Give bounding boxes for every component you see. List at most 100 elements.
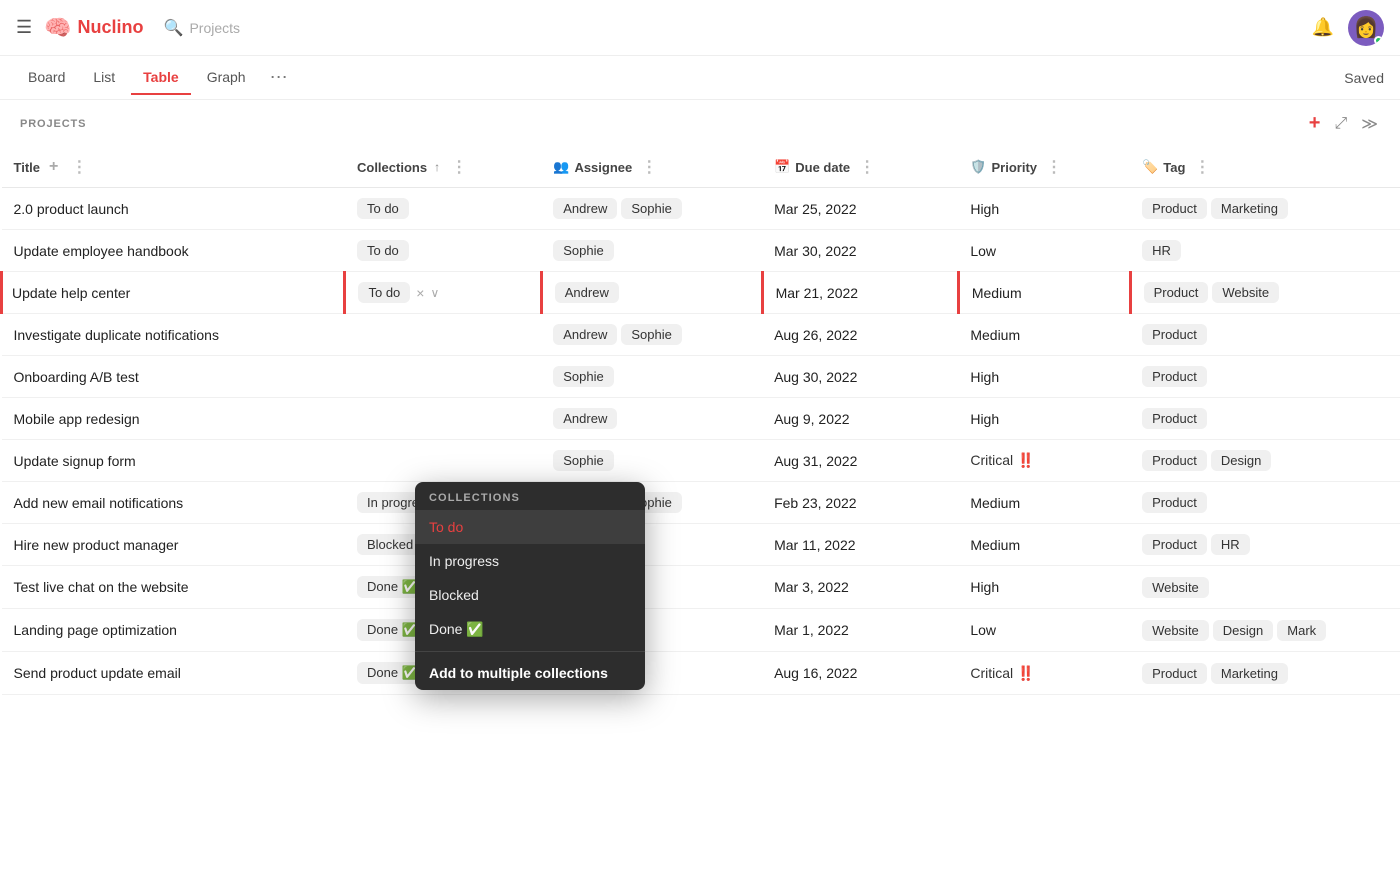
col-collections-sort[interactable]: ↑ — [432, 158, 442, 176]
assignee-chip[interactable]: Sophie — [553, 366, 613, 387]
cell-title[interactable]: Landing page optimization — [2, 609, 345, 652]
cell-tags: Website — [1130, 566, 1400, 609]
dropdown-item-todo[interactable]: To do — [415, 510, 645, 544]
table-row: Add new email notificationsIn progressAn… — [2, 482, 1400, 524]
cell-collection[interactable] — [345, 398, 541, 440]
cell-title[interactable]: Hire new product manager — [2, 524, 345, 566]
assignee-chip[interactable]: Andrew — [553, 408, 617, 429]
tab-more-icon[interactable]: ⋯ — [266, 63, 292, 92]
cell-priority: Low — [958, 609, 1130, 652]
tag-label[interactable]: Mark — [1277, 620, 1326, 641]
cell-collection[interactable] — [345, 440, 541, 482]
col-title-add[interactable]: + — [45, 156, 62, 178]
col-priority-menu[interactable]: ⋮ — [1042, 155, 1066, 179]
tab-list[interactable]: List — [81, 61, 127, 95]
tag-label[interactable]: Product — [1142, 534, 1207, 555]
table-body: 2.0 product launchTo doAndrewSophieMar 2… — [2, 188, 1400, 695]
assignee-chip[interactable]: Sophie — [553, 240, 613, 261]
cell-title[interactable]: Mobile app redesign — [2, 398, 345, 440]
tag-label[interactable]: HR — [1211, 534, 1250, 555]
cell-title[interactable]: Add new email notifications — [2, 482, 345, 524]
tab-board[interactable]: Board — [16, 61, 77, 95]
cell-title[interactable]: Onboarding A/B test — [2, 356, 345, 398]
cell-title[interactable]: Update signup form — [2, 440, 345, 482]
app-name: Nuclino — [78, 17, 144, 38]
cell-due-date: Aug 9, 2022 — [762, 398, 958, 440]
tab-table[interactable]: Table — [131, 61, 191, 95]
cell-priority: Medium — [958, 272, 1130, 314]
cell-title[interactable]: Update employee handbook — [2, 230, 345, 272]
dropdown-item-inprogress[interactable]: In progress — [415, 544, 645, 578]
projects-table: Title + ⋮ Collections ↑ ⋮ 👥 Assigne — [0, 147, 1400, 695]
tag-label[interactable]: Product — [1142, 324, 1207, 345]
tag-label[interactable]: Product — [1142, 450, 1207, 471]
tag-label[interactable]: Product — [1142, 366, 1207, 387]
dropdown-add-multiple[interactable]: Add to multiple collections — [415, 656, 645, 690]
avatar[interactable]: 👩 — [1348, 10, 1384, 46]
col-priority: 🛡️ Priority ⋮ — [958, 147, 1130, 188]
cell-tags: ProductWebsite — [1130, 272, 1400, 314]
tag-label[interactable]: Product — [1142, 492, 1207, 513]
tag-label[interactable]: Design — [1213, 620, 1273, 641]
add-icon[interactable]: + — [1307, 110, 1323, 137]
menu-icon[interactable]: ☰ — [16, 17, 32, 38]
cell-title[interactable]: Update help center — [2, 272, 345, 314]
dropdown-item-done[interactable]: Done ✅ — [415, 612, 645, 647]
tag-label[interactable]: Marketing — [1211, 198, 1288, 219]
tag-icon: 🏷️ — [1142, 159, 1158, 175]
assignee-chip[interactable]: Andrew — [555, 282, 619, 303]
bell-icon[interactable]: 🔔 — [1312, 17, 1334, 38]
tag-label[interactable]: Design — [1211, 450, 1271, 471]
assignee-chip[interactable]: Andrew — [553, 198, 617, 219]
tab-graph[interactable]: Graph — [195, 61, 258, 95]
table-row: Investigate duplicate notifications Andre… — [2, 314, 1400, 356]
cell-due-date: Mar 30, 2022 — [762, 230, 958, 272]
tag-label[interactable]: Product — [1142, 198, 1207, 219]
cell-priority: Critical ‼️ — [958, 652, 1130, 695]
cell-collection[interactable] — [345, 356, 541, 398]
priority-icon: 🛡️ — [970, 159, 986, 175]
dropdown-item-blocked[interactable]: Blocked — [415, 578, 645, 612]
col-tag-menu[interactable]: ⋮ — [1190, 155, 1214, 179]
cell-collection[interactable]: To do — [345, 188, 541, 230]
cell-title[interactable]: Test live chat on the website — [2, 566, 345, 609]
cell-priority: Critical ‼️ — [958, 440, 1130, 482]
col-assignee: 👥 Assignee ⋮ — [541, 147, 762, 188]
assignee-chip[interactable]: Andrew — [553, 324, 617, 345]
col-title-menu[interactable]: ⋮ — [67, 155, 91, 179]
tag-label[interactable]: Product — [1142, 408, 1207, 429]
cell-assignee: Sophie — [541, 356, 762, 398]
col-tag: 🏷️ Tag ⋮ — [1130, 147, 1400, 188]
tag-label[interactable]: Website — [1212, 282, 1279, 303]
cell-title[interactable]: 2.0 product launch — [2, 188, 345, 230]
assignee-chip[interactable]: Sophie — [621, 198, 681, 219]
table-row: Hire new product managerBlockedSophieMar… — [2, 524, 1400, 566]
tag-label[interactable]: Product — [1144, 282, 1209, 303]
table-header-row: Title + ⋮ Collections ↑ ⋮ 👥 Assigne — [2, 147, 1400, 188]
assignee-icon: 👥 — [553, 159, 569, 175]
collapse-icon[interactable]: ≫ — [1359, 112, 1380, 136]
cell-priority: High — [958, 398, 1130, 440]
table-wrapper: Title + ⋮ Collections ↑ ⋮ 👥 Assigne — [0, 147, 1400, 878]
col-collections-menu[interactable]: ⋮ — [447, 155, 471, 179]
cell-priority: Medium — [958, 482, 1130, 524]
cell-collection[interactable] — [345, 314, 541, 356]
cell-title[interactable]: Send product update email — [2, 652, 345, 695]
cell-title[interactable]: Investigate duplicate notifications — [2, 314, 345, 356]
cell-assignee: Andrew — [541, 398, 762, 440]
tag-label[interactable]: Website — [1142, 620, 1209, 641]
assignee-chip[interactable]: Sophie — [621, 324, 681, 345]
tag-label[interactable]: HR — [1142, 240, 1181, 261]
tag-label[interactable]: Marketing — [1211, 663, 1288, 684]
tag-label[interactable]: Website — [1142, 577, 1209, 598]
cell-collection[interactable]: To do×∨ — [345, 272, 541, 314]
tag-label[interactable]: Product — [1142, 663, 1207, 684]
dropdown-divider — [415, 651, 645, 652]
cell-collection[interactable]: To do — [345, 230, 541, 272]
col-assignee-menu[interactable]: ⋮ — [637, 155, 661, 179]
cell-due-date: Aug 16, 2022 — [762, 652, 958, 695]
search-area[interactable]: 🔍 Projects — [164, 18, 1300, 38]
expand-icon[interactable]: ⤢ — [1332, 113, 1349, 135]
col-due-date-menu[interactable]: ⋮ — [855, 155, 879, 179]
assignee-chip[interactable]: Sophie — [553, 450, 613, 471]
